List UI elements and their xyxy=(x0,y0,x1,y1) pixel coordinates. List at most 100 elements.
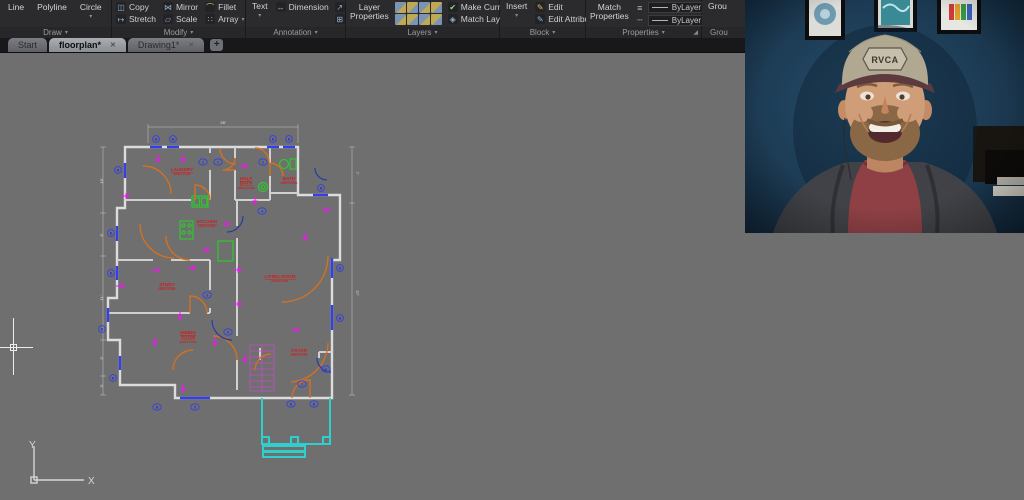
array-button[interactable]: ∷Array▾ xyxy=(205,13,244,25)
porch-post xyxy=(291,437,298,444)
modify-panel-title[interactable]: Modify▾ xyxy=(112,27,245,38)
properties-panel-title[interactable]: Properties▾◢ xyxy=(586,27,701,38)
text-button[interactable]: Text▾ xyxy=(250,1,270,21)
window-tag-label: B xyxy=(172,137,175,141)
toilet-fixture xyxy=(280,159,297,169)
group-button[interactable]: Grou xyxy=(706,1,729,11)
annotation-panel-title[interactable]: Annotation▾ xyxy=(246,27,345,38)
door-tag-label: 4 xyxy=(261,209,263,213)
room-sublabel: MAIN FLOOR xyxy=(198,224,215,228)
outlet-symbol xyxy=(201,248,210,252)
line-sample xyxy=(652,20,668,21)
window-tag-label: B xyxy=(272,137,275,141)
table-icon: ⊞ xyxy=(335,14,345,24)
block-panel-title[interactable]: Block▾ xyxy=(500,27,585,38)
scale-button[interactable]: ▱Scale xyxy=(163,13,198,25)
window-tag-label: B xyxy=(155,137,158,141)
copy-button[interactable]: ◫Copy xyxy=(116,1,156,13)
outlet-symbol xyxy=(181,383,185,392)
layer-tool-icon[interactable] xyxy=(431,2,442,13)
outlet-symbol xyxy=(187,266,196,270)
leader-icon: ↗ xyxy=(335,2,345,12)
porch-post xyxy=(262,437,269,444)
layer-tool-icon[interactable] xyxy=(407,2,418,13)
dimension-label: 28' xyxy=(220,120,225,125)
fillet-icon: ⌒ xyxy=(205,2,215,12)
floorplan-drawing[interactable]: BBBBBBBBBBBB21243416B5BBLAUNDRYMAIN FLOO… xyxy=(95,108,395,458)
dialog-launcher-icon[interactable]: ◢ xyxy=(693,29,698,36)
circle-button[interactable]: Circle▾ xyxy=(78,2,104,22)
insert-button[interactable]: Insert▾ xyxy=(504,1,529,21)
door-tag-label: 4 xyxy=(227,330,229,334)
ucs-icon[interactable]: Y X xyxy=(16,438,106,496)
chevron-down-icon: ▾ xyxy=(65,29,68,36)
layer-tool-icon[interactable] xyxy=(395,2,406,13)
layer-tool-icon[interactable] xyxy=(431,14,442,25)
window-tag-label: B xyxy=(288,137,291,141)
room-label: STUDY xyxy=(159,282,175,287)
layer-properties-button[interactable]: Layer Properties xyxy=(350,1,389,21)
scale-icon: ▱ xyxy=(163,14,173,24)
exterior-walls xyxy=(108,147,340,398)
room-sublabel: MAIN FLOOR xyxy=(280,181,297,185)
outlet-symbol xyxy=(181,154,185,163)
array-icon: ∷ xyxy=(205,14,215,24)
window-tag-label: B xyxy=(110,231,113,235)
sink-fixture xyxy=(259,183,268,192)
close-tab-icon[interactable]: ✕ xyxy=(110,41,116,49)
dimension-label: 5' xyxy=(99,356,104,359)
close-tab-icon[interactable]: ✕ xyxy=(188,41,194,49)
staircase xyxy=(250,345,274,391)
room-label: LAUNDRY xyxy=(171,167,193,172)
room-label: FOYER xyxy=(291,348,308,353)
pickbox-cursor xyxy=(10,344,17,351)
ribbon-panel-block: Insert▾ ✎Edit ✎Edit Attributes▾ Block▾ xyxy=(500,0,586,38)
door-tag-label: B xyxy=(156,405,159,409)
porch-step xyxy=(263,446,305,451)
outlet-symbol xyxy=(243,354,247,363)
line-button[interactable]: Line xyxy=(6,2,26,22)
door-tag-label: 2 xyxy=(202,160,204,164)
polyline-button[interactable]: Polyline xyxy=(35,2,69,22)
door-swing-arc xyxy=(213,336,237,360)
fillet-button[interactable]: ⌒Fillet xyxy=(205,1,244,13)
room-label: ROOM xyxy=(181,335,195,340)
stretch-button[interactable]: ↦Stretch xyxy=(116,13,156,25)
layer-tool-icon[interactable] xyxy=(407,14,418,25)
tab-floorplan[interactable]: floorplan*✕ xyxy=(49,38,126,52)
window-tag-label: B xyxy=(320,186,323,190)
door-tag-label: 5 xyxy=(194,405,196,409)
door-tag-label: 1 xyxy=(301,382,303,386)
door-swing-arc xyxy=(140,224,174,258)
ucs-x-label: X xyxy=(88,476,95,487)
porch-post xyxy=(323,437,330,444)
layer-tool-icon[interactable] xyxy=(419,14,430,25)
layer-tool-icon[interactable] xyxy=(395,14,406,25)
chevron-down-icon: ▾ xyxy=(190,29,193,36)
room-label: BATH xyxy=(240,181,253,186)
new-tab-button[interactable]: + xyxy=(210,39,223,51)
outlet-symbol xyxy=(151,268,160,272)
door-tag-label: 1 xyxy=(217,160,219,164)
webcam-overlay: RVCA xyxy=(745,0,1024,233)
door-swing-arc xyxy=(173,350,193,370)
outlet-symbol xyxy=(291,328,300,332)
dimension-button[interactable]: ↔Dimension xyxy=(276,1,329,13)
room-sublabel: MAIN FLOOR xyxy=(158,287,175,291)
door-swing-arc xyxy=(190,296,207,313)
webcam-vignette xyxy=(745,0,1024,233)
layer-tool-icon[interactable] xyxy=(419,2,430,13)
room-sublabel: MAIN FLOOR xyxy=(271,279,288,283)
layers-panel-title[interactable]: Layers▾ xyxy=(346,27,499,38)
match-properties-button[interactable]: Match Properties xyxy=(590,1,629,21)
draw-panel-title[interactable]: Draw▾ xyxy=(0,27,111,38)
tab-start[interactable]: Start xyxy=(8,38,47,52)
room-sublabel: MAIN FLOOR xyxy=(290,353,307,357)
stretch-icon: ↦ xyxy=(116,14,126,24)
door-tag-label: B xyxy=(313,402,316,406)
tab-drawing1[interactable]: Drawing1*✕ xyxy=(128,38,204,52)
outlet-symbol xyxy=(239,164,248,168)
window-tag-label: B xyxy=(101,327,104,331)
mirror-button[interactable]: ⋈Mirror xyxy=(163,1,198,13)
chevron-down-icon: ▾ xyxy=(241,16,244,23)
